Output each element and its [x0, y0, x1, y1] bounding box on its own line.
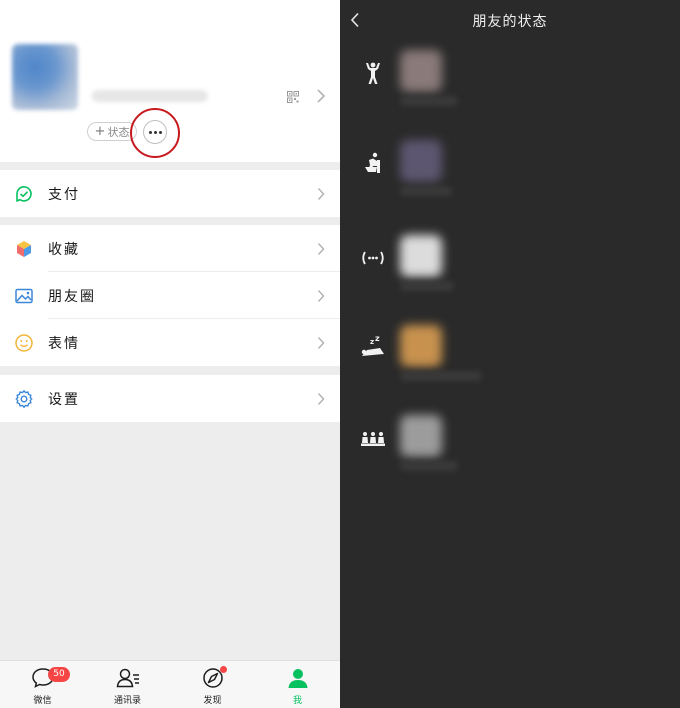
friend-info-blurred: [400, 461, 458, 471]
tab-contacts[interactable]: 通讯录: [85, 661, 170, 708]
pay-group: 支付: [0, 170, 340, 217]
smiley-icon: [15, 333, 33, 352]
signal-waves-icon: [362, 251, 384, 265]
svg-text:z: z: [370, 338, 374, 346]
chevron-right-icon: [317, 336, 325, 349]
wallet-check-icon: [16, 185, 32, 202]
status-button-label: 状态: [107, 125, 130, 139]
chevron-right-icon: [317, 89, 326, 103]
friend-info-blurred: [400, 186, 452, 196]
friend-avatar-blurred: [400, 50, 442, 92]
group-meeting-icon: [361, 432, 385, 446]
menu-item-moments[interactable]: 朋友圈: [0, 272, 340, 319]
settings-group: 设置: [0, 375, 340, 422]
menu-item-settings[interactable]: 设置: [0, 375, 340, 422]
page-title: 朋友的状态: [472, 14, 548, 30]
friend-info-blurred: [400, 96, 458, 106]
menu-label-stickers: 表情: [48, 335, 80, 352]
chevron-right-icon: [317, 242, 325, 255]
menu-label-favorites: 收藏: [48, 241, 80, 258]
bottom-tabbar: 微信 50 通讯录 发现 我: [0, 660, 340, 708]
status-row[interactable]: [340, 140, 680, 220]
navigation-header: 朋友的状态: [340, 0, 680, 40]
menu-label-settings: 设置: [48, 391, 80, 408]
cube-icon: [17, 240, 31, 257]
tab-discover[interactable]: 发现: [170, 661, 255, 708]
unread-badge: 50: [48, 667, 70, 682]
tab-label: 微信: [33, 696, 52, 706]
friend-info-blurred: [400, 371, 482, 381]
profile-info-blurred: [92, 90, 208, 102]
friends-status-page: 朋友的状态 z z: [340, 0, 680, 708]
picture-icon: [15, 288, 33, 303]
friend-info-blurred: [400, 281, 454, 291]
menu-label-pay: 支付: [48, 186, 80, 203]
tab-me[interactable]: 我: [255, 661, 340, 708]
profile-card[interactable]: + 状态: [0, 0, 340, 162]
person-icon: [288, 669, 307, 688]
menu-item-pay[interactable]: 支付: [0, 170, 340, 217]
content-group: 收藏 朋友圈 表情: [0, 225, 340, 366]
friend-avatar-blurred: [400, 140, 442, 182]
tab-label: 发现: [203, 696, 222, 706]
status-row[interactable]: [340, 50, 680, 130]
chevron-right-icon: [317, 187, 325, 200]
qr-code-icon[interactable]: [287, 91, 299, 103]
menu-item-stickers[interactable]: 表情: [0, 319, 340, 366]
tab-label: 我: [292, 696, 302, 706]
weightlifting-icon: [366, 62, 380, 84]
friend-avatar-blurred: [400, 235, 442, 277]
tab-chats[interactable]: 微信 50: [0, 661, 85, 708]
sleeping-icon: z z: [361, 335, 384, 356]
me-page: + 状态 支付 收藏 朋友圈 表情 设置 微信 50 通讯录 发现 我: [0, 0, 340, 708]
status-row[interactable]: [340, 235, 680, 315]
menu-item-favorites[interactable]: 收藏: [0, 225, 340, 272]
avatar[interactable]: [12, 44, 78, 110]
gear-icon: [15, 389, 33, 408]
status-row[interactable]: [340, 415, 680, 495]
status-row[interactable]: z z: [340, 325, 680, 405]
chevron-right-icon: [317, 289, 325, 302]
friend-avatar-blurred: [400, 415, 442, 457]
contacts-icon: [116, 668, 139, 688]
discover-red-dot: [220, 666, 227, 673]
menu-label-moments: 朋友圈: [48, 288, 96, 305]
svg-text:z: z: [375, 335, 380, 343]
plus-icon: +: [94, 124, 106, 139]
friend-avatar-blurred: [400, 325, 442, 367]
chevron-right-icon: [317, 392, 325, 405]
highlight-circle: [130, 108, 180, 158]
tab-label: 通讯录: [113, 696, 141, 706]
toilet-icon: [365, 152, 380, 173]
